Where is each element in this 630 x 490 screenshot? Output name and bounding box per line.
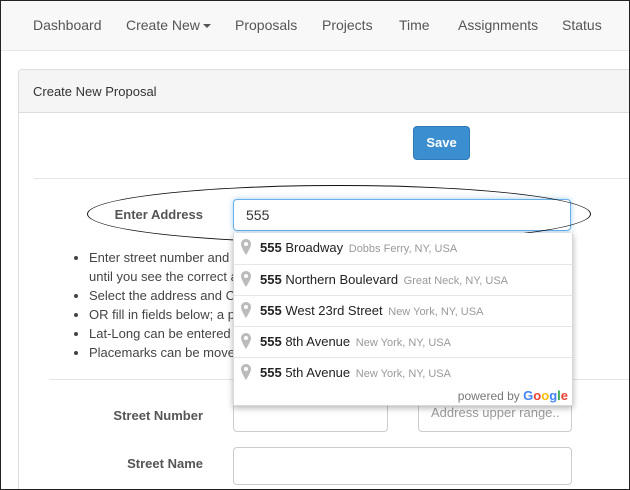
- autocomplete-match: 555: [260, 303, 282, 318]
- address-label: Enter Address: [114, 207, 203, 222]
- browser-frame: Dashboard Create New Proposals Projects …: [0, 0, 630, 490]
- autocomplete-main: Broadway: [281, 240, 344, 255]
- autocomplete-main: Northern Boulevard: [281, 272, 399, 287]
- autocomplete-item[interactable]: 555 8th Avenue New York, NY, USA: [234, 326, 572, 357]
- instructions-list: Enter street number and until you see th…: [73, 248, 238, 366]
- street-number-label: Street Number: [113, 408, 203, 423]
- nav-create-new-label: Create New: [126, 17, 200, 33]
- autocomplete-match: 555: [260, 365, 282, 380]
- map-pin-icon: [241, 364, 251, 380]
- map-pin-icon: [241, 302, 251, 318]
- autocomplete-item-text: 555 5th Avenue New York, NY, USA: [260, 365, 451, 380]
- instruction-item: Select the address and C: [89, 286, 238, 305]
- autocomplete-secondary: New York, NY, USA: [355, 337, 451, 349]
- street-name-label: Street Name: [127, 456, 203, 471]
- autocomplete-item[interactable]: 555 5th Avenue New York, NY, USA: [234, 357, 572, 388]
- google-logo-letter: G: [523, 388, 534, 403]
- google-logo: Google: [523, 388, 568, 403]
- autocomplete-secondary: New York, NY, USA: [388, 306, 484, 318]
- caret-down-icon: [202, 24, 211, 29]
- autocomplete-match: 555: [260, 334, 282, 349]
- instruction-item: OR fill in fields below; a p: [89, 305, 238, 324]
- nav-proposals[interactable]: Proposals: [235, 17, 297, 33]
- autocomplete-item[interactable]: 555 Northern Boulevard Great Neck, NY, U…: [234, 264, 572, 295]
- google-logo-letter: e: [560, 388, 568, 403]
- autocomplete-secondary: Great Neck, NY, USA: [403, 275, 509, 287]
- save-button[interactable]: Save: [413, 126, 470, 160]
- autocomplete-main: 8th Avenue: [281, 334, 351, 349]
- autocomplete-item[interactable]: 555 Broadway Dobbs Ferry, NY, USA: [234, 233, 572, 264]
- panel-title: Create New Proposal: [33, 84, 157, 99]
- top-navbar: Dashboard Create New Proposals Projects …: [1, 1, 629, 51]
- divider: [34, 178, 629, 179]
- autocomplete-main: 5th Avenue: [281, 365, 351, 380]
- autocomplete-item-text: 555 8th Avenue New York, NY, USA: [260, 334, 451, 349]
- address-autocomplete-dropdown: 555 Broadway Dobbs Ferry, NY, USA 555 No…: [233, 233, 573, 406]
- autocomplete-secondary: Dobbs Ferry, NY, USA: [348, 243, 458, 255]
- powered-by-google: powered by Google: [458, 388, 568, 403]
- instruction-item: until you see the correct a: [89, 269, 238, 284]
- instruction-item: Lat-Long can be entered: [89, 324, 238, 343]
- map-pin-icon: [241, 271, 251, 287]
- powered-by-text: powered by: [457, 389, 520, 403]
- nav-time[interactable]: Time: [399, 17, 430, 33]
- nav-projects[interactable]: Projects: [322, 17, 373, 33]
- autocomplete-item[interactable]: 555 West 23rd Street New York, NY, USA: [234, 295, 572, 326]
- google-logo-letter: g: [549, 388, 558, 403]
- autocomplete-item-text: 555 West 23rd Street New York, NY, USA: [260, 303, 483, 318]
- nav-create-new[interactable]: Create New: [126, 17, 211, 33]
- address-input[interactable]: 555: [233, 199, 571, 231]
- autocomplete-item-text: 555 Northern Boulevard Great Neck, NY, U…: [260, 272, 508, 287]
- autocomplete-item-text: 555 Broadway Dobbs Ferry, NY, USA: [260, 240, 457, 255]
- autocomplete-match: 555: [260, 240, 282, 255]
- map-pin-icon: [241, 239, 251, 255]
- autocomplete-match: 555: [260, 272, 282, 287]
- panel-heading: Create New Proposal: [19, 70, 629, 113]
- nav-status[interactable]: Status: [562, 17, 602, 33]
- instruction-item: Enter street number and: [89, 248, 238, 267]
- nav-assignments[interactable]: Assignments: [458, 17, 538, 33]
- nav-dashboard[interactable]: Dashboard: [33, 17, 102, 33]
- autocomplete-secondary: New York, NY, USA: [355, 368, 451, 380]
- map-pin-icon: [241, 333, 251, 349]
- google-logo-letter: o: [541, 388, 550, 403]
- street-name-input[interactable]: [233, 447, 572, 485]
- autocomplete-main: West 23rd Street: [281, 303, 383, 318]
- address-upper-range-placeholder: Address upper range..: [431, 405, 560, 420]
- instruction-item: Placemarks can be move: [89, 343, 238, 362]
